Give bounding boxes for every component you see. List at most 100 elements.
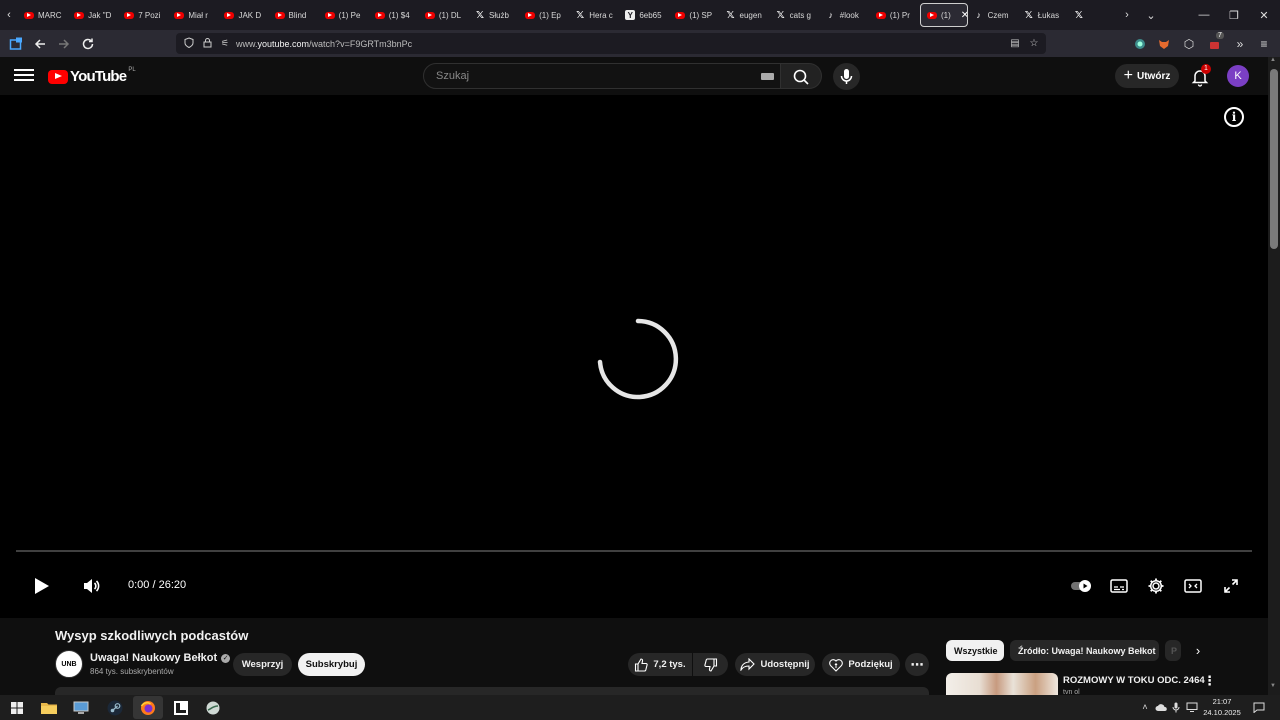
settings-gear-icon[interactable] <box>1143 573 1169 599</box>
tab-close-icon[interactable]: ✕ <box>961 10 967 21</box>
fullscreen-icon[interactable] <box>1218 573 1244 599</box>
support-button[interactable]: Wesprzyj <box>233 653 292 676</box>
tab-scroll-right-icon[interactable]: › <box>1118 3 1136 27</box>
tab[interactable]: (1) SP <box>669 3 719 27</box>
network-monitor-icon[interactable] <box>1185 700 1199 714</box>
restore-icon[interactable]: ❐ <box>1218 0 1250 30</box>
tab[interactable]: ♪ #look <box>820 3 870 27</box>
recommendation-thumbnail[interactable] <box>946 673 1058 695</box>
sidebar-toggle-icon[interactable] <box>4 33 28 55</box>
share-button[interactable]: Udostępnij <box>735 653 815 676</box>
autoplay-toggle[interactable] <box>1069 573 1095 599</box>
tab[interactable]: MARC <box>18 3 68 27</box>
tab[interactable]: Blind <box>269 3 319 27</box>
channel-avatar[interactable]: UNB <box>55 650 83 678</box>
subtitles-icon[interactable] <box>1106 573 1132 599</box>
list-all-tabs-icon[interactable]: ⌄ <box>1142 3 1160 27</box>
volume-button[interactable] <box>78 573 104 599</box>
video-player[interactable]: i 0:00 / 26:20 <box>0 95 1268 618</box>
reader-view-icon[interactable]: ▤ <box>1006 38 1024 49</box>
app-bird-icon[interactable] <box>198 696 228 719</box>
shield-icon[interactable] <box>180 36 198 51</box>
thanks-button[interactable]: Podziękuj <box>822 653 900 676</box>
tab[interactable]: (1) $4 <box>369 3 419 27</box>
like-button[interactable]: 7,2 tys. <box>628 653 692 676</box>
page-scrollbar[interactable]: ▲ ▼ <box>1268 57 1280 695</box>
extension-badge-icon[interactable]: 7 <box>1203 30 1227 57</box>
minimize-icon[interactable]: — <box>1188 0 1220 30</box>
tray-overflow-chevron-icon[interactable]: ˄ <box>1138 700 1152 714</box>
search-button[interactable] <box>781 63 822 89</box>
firefox-icon[interactable] <box>133 696 163 719</box>
account-avatar[interactable]: K <box>1227 65 1249 87</box>
scroll-down-arrow-icon[interactable]: ▼ <box>1270 683 1276 689</box>
scrollbar-thumb[interactable] <box>1270 69 1278 249</box>
permissions-icon[interactable]: ⚟ <box>216 38 234 49</box>
app-window-icon[interactable] <box>166 696 196 719</box>
tab[interactable]: 𝕏 Służb <box>469 3 519 27</box>
tab[interactable]: Y 6eb65 <box>619 3 669 27</box>
forward-button[interactable] <box>52 33 76 55</box>
microphone-tray-icon[interactable] <box>1169 700 1183 714</box>
tab[interactable]: 𝕏 <box>1068 3 1118 27</box>
tab[interactable]: Jak "D <box>68 3 118 27</box>
notification-center-icon[interactable] <box>1252 700 1266 714</box>
dislike-button[interactable] <box>693 653 728 676</box>
description-box[interactable] <box>55 687 929 695</box>
tab[interactable]: Miał r <box>168 3 218 27</box>
extension-shield-icon[interactable] <box>1128 30 1152 57</box>
tab-scroll-left-icon[interactable]: ‹ <box>0 3 18 27</box>
tab[interactable]: ♪ Czem <box>968 3 1018 27</box>
start-windows-icon[interactable] <box>2 696 32 719</box>
voice-search-button[interactable] <box>833 63 860 90</box>
steam-icon[interactable] <box>100 696 130 719</box>
recommendation-menu-icon[interactable]: ⋮ <box>1203 673 1216 689</box>
reload-button[interactable] <box>76 33 100 55</box>
tab[interactable]: (1) Ep <box>519 3 569 27</box>
thumbs-down-icon <box>703 657 717 672</box>
tab[interactable]: 𝕏 Łukas <box>1018 3 1068 27</box>
file-explorer-icon[interactable] <box>34 696 64 719</box>
chip-all[interactable]: Wszystkie <box>946 640 1004 661</box>
extension-fox-icon[interactable] <box>1152 30 1176 57</box>
chip-source[interactable]: Źródło: Uwaga! Naukowy Bełkot <box>1010 640 1159 661</box>
more-actions-icon[interactable]: ⋯ <box>905 653 929 676</box>
tab-active[interactable]: (1) ✕ <box>919 3 968 27</box>
recommendation-title[interactable]: ROZMOWY W TOKU ODC. 2464 <box>1063 675 1205 686</box>
address-bar[interactable]: ⚟ www.youtube.com/watch?v=F9GRTm3bnPc ▤ … <box>176 33 1046 54</box>
notifications-button[interactable]: 1 <box>1189 64 1211 88</box>
progress-bar[interactable] <box>16 550 1252 552</box>
create-button[interactable]: + Utwórz <box>1115 64 1179 88</box>
back-button[interactable] <box>28 33 52 55</box>
guide-menu-button[interactable] <box>14 66 34 86</box>
lock-icon[interactable] <box>198 37 216 51</box>
channel-name[interactable]: Uwaga! Naukowy Bełkot ✓ <box>90 652 231 664</box>
tab[interactable]: 𝕏eugen <box>720 3 770 27</box>
tab[interactable]: (1) DL <box>419 3 469 27</box>
tab[interactable]: (1) Pe <box>319 3 369 27</box>
tab[interactable]: 𝕏cats g <box>770 3 820 27</box>
youtube-logo[interactable]: YouTube PL <box>48 67 136 85</box>
theater-mode-icon[interactable] <box>1180 573 1206 599</box>
window-close-icon[interactable]: ✕ <box>1248 0 1280 30</box>
tab[interactable]: JAK D <box>218 3 268 27</box>
search-input[interactable] <box>434 69 738 83</box>
tab[interactable]: 7 Pozi <box>118 3 168 27</box>
tab[interactable]: 𝕏 Hera c <box>569 3 619 27</box>
computer-icon[interactable] <box>66 696 96 719</box>
subscribe-button[interactable]: Subskrybuj <box>298 653 365 676</box>
chip-truncated[interactable]: P <box>1165 640 1181 661</box>
extensions-puzzle-icon[interactable]: ⬡ <box>1177 30 1201 57</box>
bookmark-star-icon[interactable]: ☆ <box>1025 38 1043 49</box>
app-menu-icon[interactable]: ≡ <box>1252 30 1276 57</box>
keyboard-icon[interactable] <box>761 73 774 80</box>
play-button[interactable] <box>28 573 54 599</box>
info-icon[interactable]: i <box>1224 107 1244 127</box>
onedrive-cloud-icon[interactable] <box>1154 700 1168 714</box>
overflow-chevron-icon[interactable]: » <box>1228 30 1252 57</box>
chips-next-chevron-icon[interactable]: › <box>1187 640 1209 661</box>
url-text[interactable]: www.youtube.com/watch?v=F9GRTm3bnPc <box>236 39 412 49</box>
scroll-up-arrow-icon[interactable]: ▲ <box>1270 57 1276 63</box>
tab[interactable]: (1) Pr <box>870 3 920 27</box>
system-clock[interactable]: 21:07 24.10.2025 <box>1200 696 1244 718</box>
